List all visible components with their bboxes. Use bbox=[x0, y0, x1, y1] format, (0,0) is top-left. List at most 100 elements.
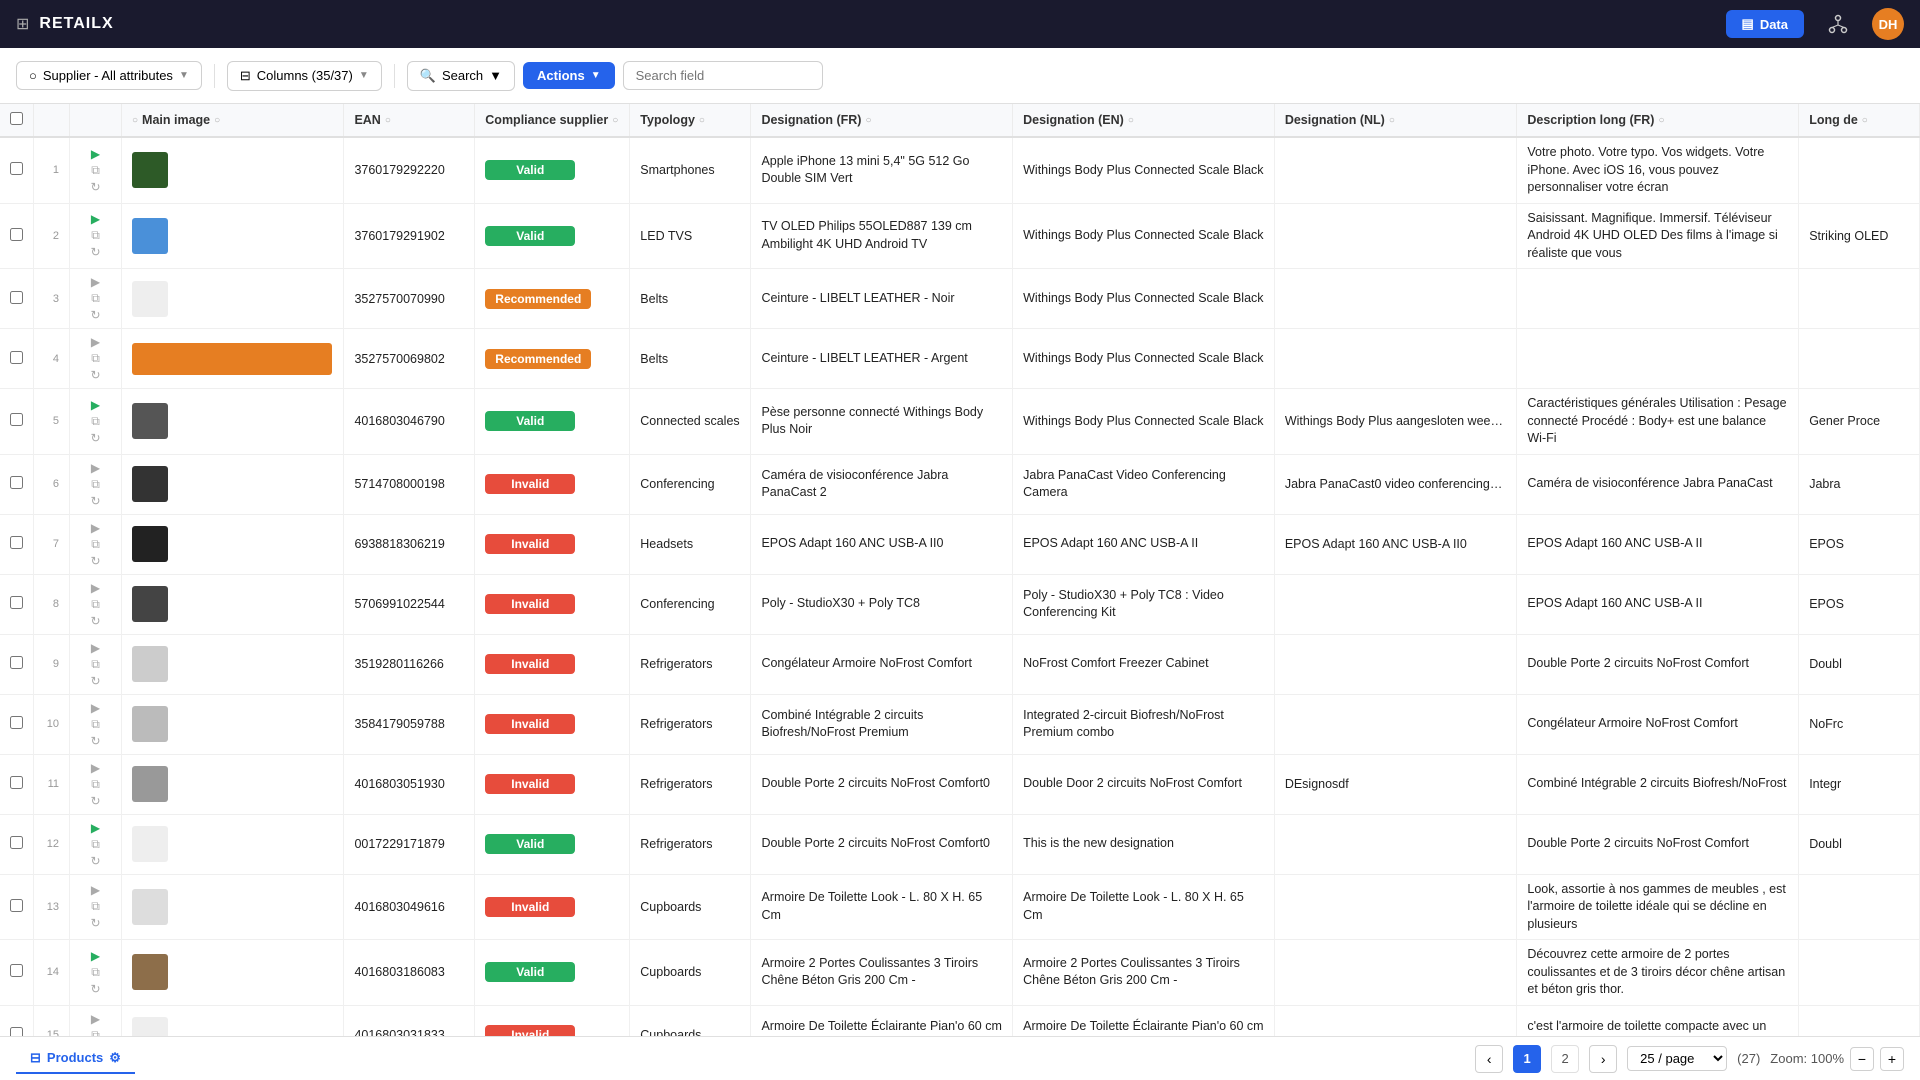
play-icon[interactable]: ▶ bbox=[91, 1012, 100, 1026]
zoom-in-button[interactable]: + bbox=[1880, 1047, 1904, 1071]
products-tab[interactable]: ⊟ Products ⚙ bbox=[16, 1044, 135, 1074]
next-page-button[interactable]: › bbox=[1589, 1045, 1617, 1073]
row-checkbox[interactable] bbox=[10, 291, 23, 304]
ean-cell: 4016803049616 bbox=[344, 874, 475, 940]
play-icon[interactable]: ▶ bbox=[91, 949, 100, 963]
refresh-icon[interactable]: ↻ bbox=[90, 794, 100, 808]
row-checkbox-cell[interactable] bbox=[0, 203, 34, 269]
actions-button[interactable]: Actions ▼ bbox=[523, 62, 615, 89]
search-input[interactable] bbox=[623, 61, 823, 90]
play-icon[interactable]: ▶ bbox=[91, 147, 100, 161]
refresh-icon[interactable]: ↻ bbox=[90, 245, 100, 259]
supplier-filter-button[interactable]: ○ Supplier - All attributes ▼ bbox=[16, 61, 202, 90]
play-icon[interactable]: ▶ bbox=[91, 883, 100, 897]
copy-icon[interactable]: ⧉ bbox=[91, 351, 100, 366]
refresh-icon[interactable]: ↻ bbox=[90, 368, 100, 382]
next-page-number[interactable]: 2 bbox=[1551, 1045, 1579, 1073]
image-cell bbox=[122, 694, 344, 754]
avatar[interactable]: DH bbox=[1872, 8, 1904, 40]
refresh-icon[interactable]: ↻ bbox=[90, 554, 100, 568]
row-checkbox-cell[interactable] bbox=[0, 514, 34, 574]
row-checkbox[interactable] bbox=[10, 656, 23, 669]
copy-icon[interactable]: ⧉ bbox=[91, 291, 100, 306]
copy-icon[interactable]: ⧉ bbox=[91, 899, 100, 914]
refresh-icon[interactable]: ↻ bbox=[90, 431, 100, 445]
data-nav-button[interactable]: ▤ Data bbox=[1726, 10, 1804, 38]
copy-icon[interactable]: ⧉ bbox=[91, 228, 100, 243]
copy-icon[interactable]: ⧉ bbox=[91, 657, 100, 672]
copy-icon[interactable]: ⧉ bbox=[91, 965, 100, 980]
row-checkbox-cell[interactable] bbox=[0, 137, 34, 203]
settings-icon[interactable]: ⚙ bbox=[109, 1050, 121, 1066]
table-row: 4 ▶ ⧉ ↻ 3527570069802 Recommended Belts … bbox=[0, 329, 1920, 389]
copy-icon[interactable]: ⧉ bbox=[91, 597, 100, 612]
play-icon[interactable]: ▶ bbox=[91, 335, 100, 349]
row-checkbox[interactable] bbox=[10, 351, 23, 364]
row-checkbox[interactable] bbox=[10, 228, 23, 241]
table-row: 9 ▶ ⧉ ↻ 3519280116266 Invalid Refrigerat… bbox=[0, 634, 1920, 694]
per-page-select[interactable]: 25 / page 50 / page 100 / page bbox=[1627, 1046, 1727, 1071]
refresh-icon[interactable]: ↻ bbox=[90, 982, 100, 996]
play-icon[interactable]: ▶ bbox=[91, 761, 100, 775]
refresh-icon[interactable]: ↻ bbox=[90, 854, 100, 868]
columns-filter-button[interactable]: ⊟ Columns (35/37) ▼ bbox=[227, 61, 382, 91]
copy-icon[interactable]: ⧉ bbox=[91, 537, 100, 552]
play-icon[interactable]: ▶ bbox=[91, 398, 100, 412]
refresh-icon[interactable]: ↻ bbox=[90, 308, 100, 322]
refresh-icon[interactable]: ↻ bbox=[90, 916, 100, 930]
search-button[interactable]: 🔍 Search ▼ bbox=[407, 61, 515, 91]
select-all-checkbox[interactable] bbox=[10, 112, 23, 125]
refresh-icon[interactable]: ↻ bbox=[90, 674, 100, 688]
play-icon[interactable]: ▶ bbox=[91, 521, 100, 535]
row-checkbox[interactable] bbox=[10, 716, 23, 729]
copy-icon[interactable]: ⧉ bbox=[91, 1028, 100, 1037]
copy-icon[interactable]: ⧉ bbox=[91, 777, 100, 792]
row-checkbox[interactable] bbox=[10, 1027, 23, 1036]
refresh-icon[interactable]: ↻ bbox=[90, 614, 100, 628]
row-checkbox[interactable] bbox=[10, 836, 23, 849]
row-checkbox[interactable] bbox=[10, 776, 23, 789]
play-icon[interactable]: ▶ bbox=[91, 821, 100, 835]
copy-icon[interactable]: ⧉ bbox=[91, 717, 100, 732]
copy-icon[interactable]: ⧉ bbox=[91, 837, 100, 852]
play-icon[interactable]: ▶ bbox=[91, 701, 100, 715]
row-checkbox-cell[interactable] bbox=[0, 269, 34, 329]
description-long-fr-cell: Votre photo. Votre typo. Vos widgets. Vo… bbox=[1517, 137, 1799, 203]
row-checkbox[interactable] bbox=[10, 964, 23, 977]
row-checkbox[interactable] bbox=[10, 596, 23, 609]
row-checkbox-cell[interactable] bbox=[0, 389, 34, 455]
row-checkbox-cell[interactable] bbox=[0, 940, 34, 1006]
copy-icon[interactable]: ⧉ bbox=[91, 163, 100, 178]
row-checkbox-cell[interactable] bbox=[0, 329, 34, 389]
row-checkbox-cell[interactable] bbox=[0, 754, 34, 814]
play-icon[interactable]: ▶ bbox=[91, 641, 100, 655]
row-checkbox-cell[interactable] bbox=[0, 1005, 34, 1036]
row-checkbox[interactable] bbox=[10, 162, 23, 175]
row-checkbox[interactable] bbox=[10, 476, 23, 489]
row-checkbox-cell[interactable] bbox=[0, 694, 34, 754]
row-action-cell: ▶ ⧉ ↻ bbox=[70, 514, 122, 574]
play-icon[interactable]: ▶ bbox=[91, 461, 100, 475]
row-checkbox-cell[interactable] bbox=[0, 874, 34, 940]
row-checkbox-cell[interactable] bbox=[0, 814, 34, 874]
zoom-out-button[interactable]: − bbox=[1850, 1047, 1874, 1071]
row-checkbox[interactable] bbox=[10, 899, 23, 912]
copy-icon[interactable]: ⧉ bbox=[91, 477, 100, 492]
footer-tabs: ⊟ Products ⚙ bbox=[16, 1044, 135, 1074]
play-icon[interactable]: ▶ bbox=[91, 275, 100, 289]
copy-icon[interactable]: ⧉ bbox=[91, 414, 100, 429]
row-checkbox-cell[interactable] bbox=[0, 574, 34, 634]
hierarchy-icon-button[interactable] bbox=[1820, 6, 1856, 42]
prev-page-button[interactable]: ‹ bbox=[1475, 1045, 1503, 1073]
row-checkbox[interactable] bbox=[10, 413, 23, 426]
refresh-icon[interactable]: ↻ bbox=[90, 494, 100, 508]
row-checkbox[interactable] bbox=[10, 536, 23, 549]
refresh-icon[interactable]: ↻ bbox=[90, 734, 100, 748]
select-all-header[interactable] bbox=[0, 104, 34, 137]
row-checkbox-cell[interactable] bbox=[0, 454, 34, 514]
row-checkbox-cell[interactable] bbox=[0, 634, 34, 694]
refresh-icon[interactable]: ↻ bbox=[90, 180, 100, 194]
current-page[interactable]: 1 bbox=[1513, 1045, 1541, 1073]
play-icon[interactable]: ▶ bbox=[91, 212, 100, 226]
play-icon[interactable]: ▶ bbox=[91, 581, 100, 595]
